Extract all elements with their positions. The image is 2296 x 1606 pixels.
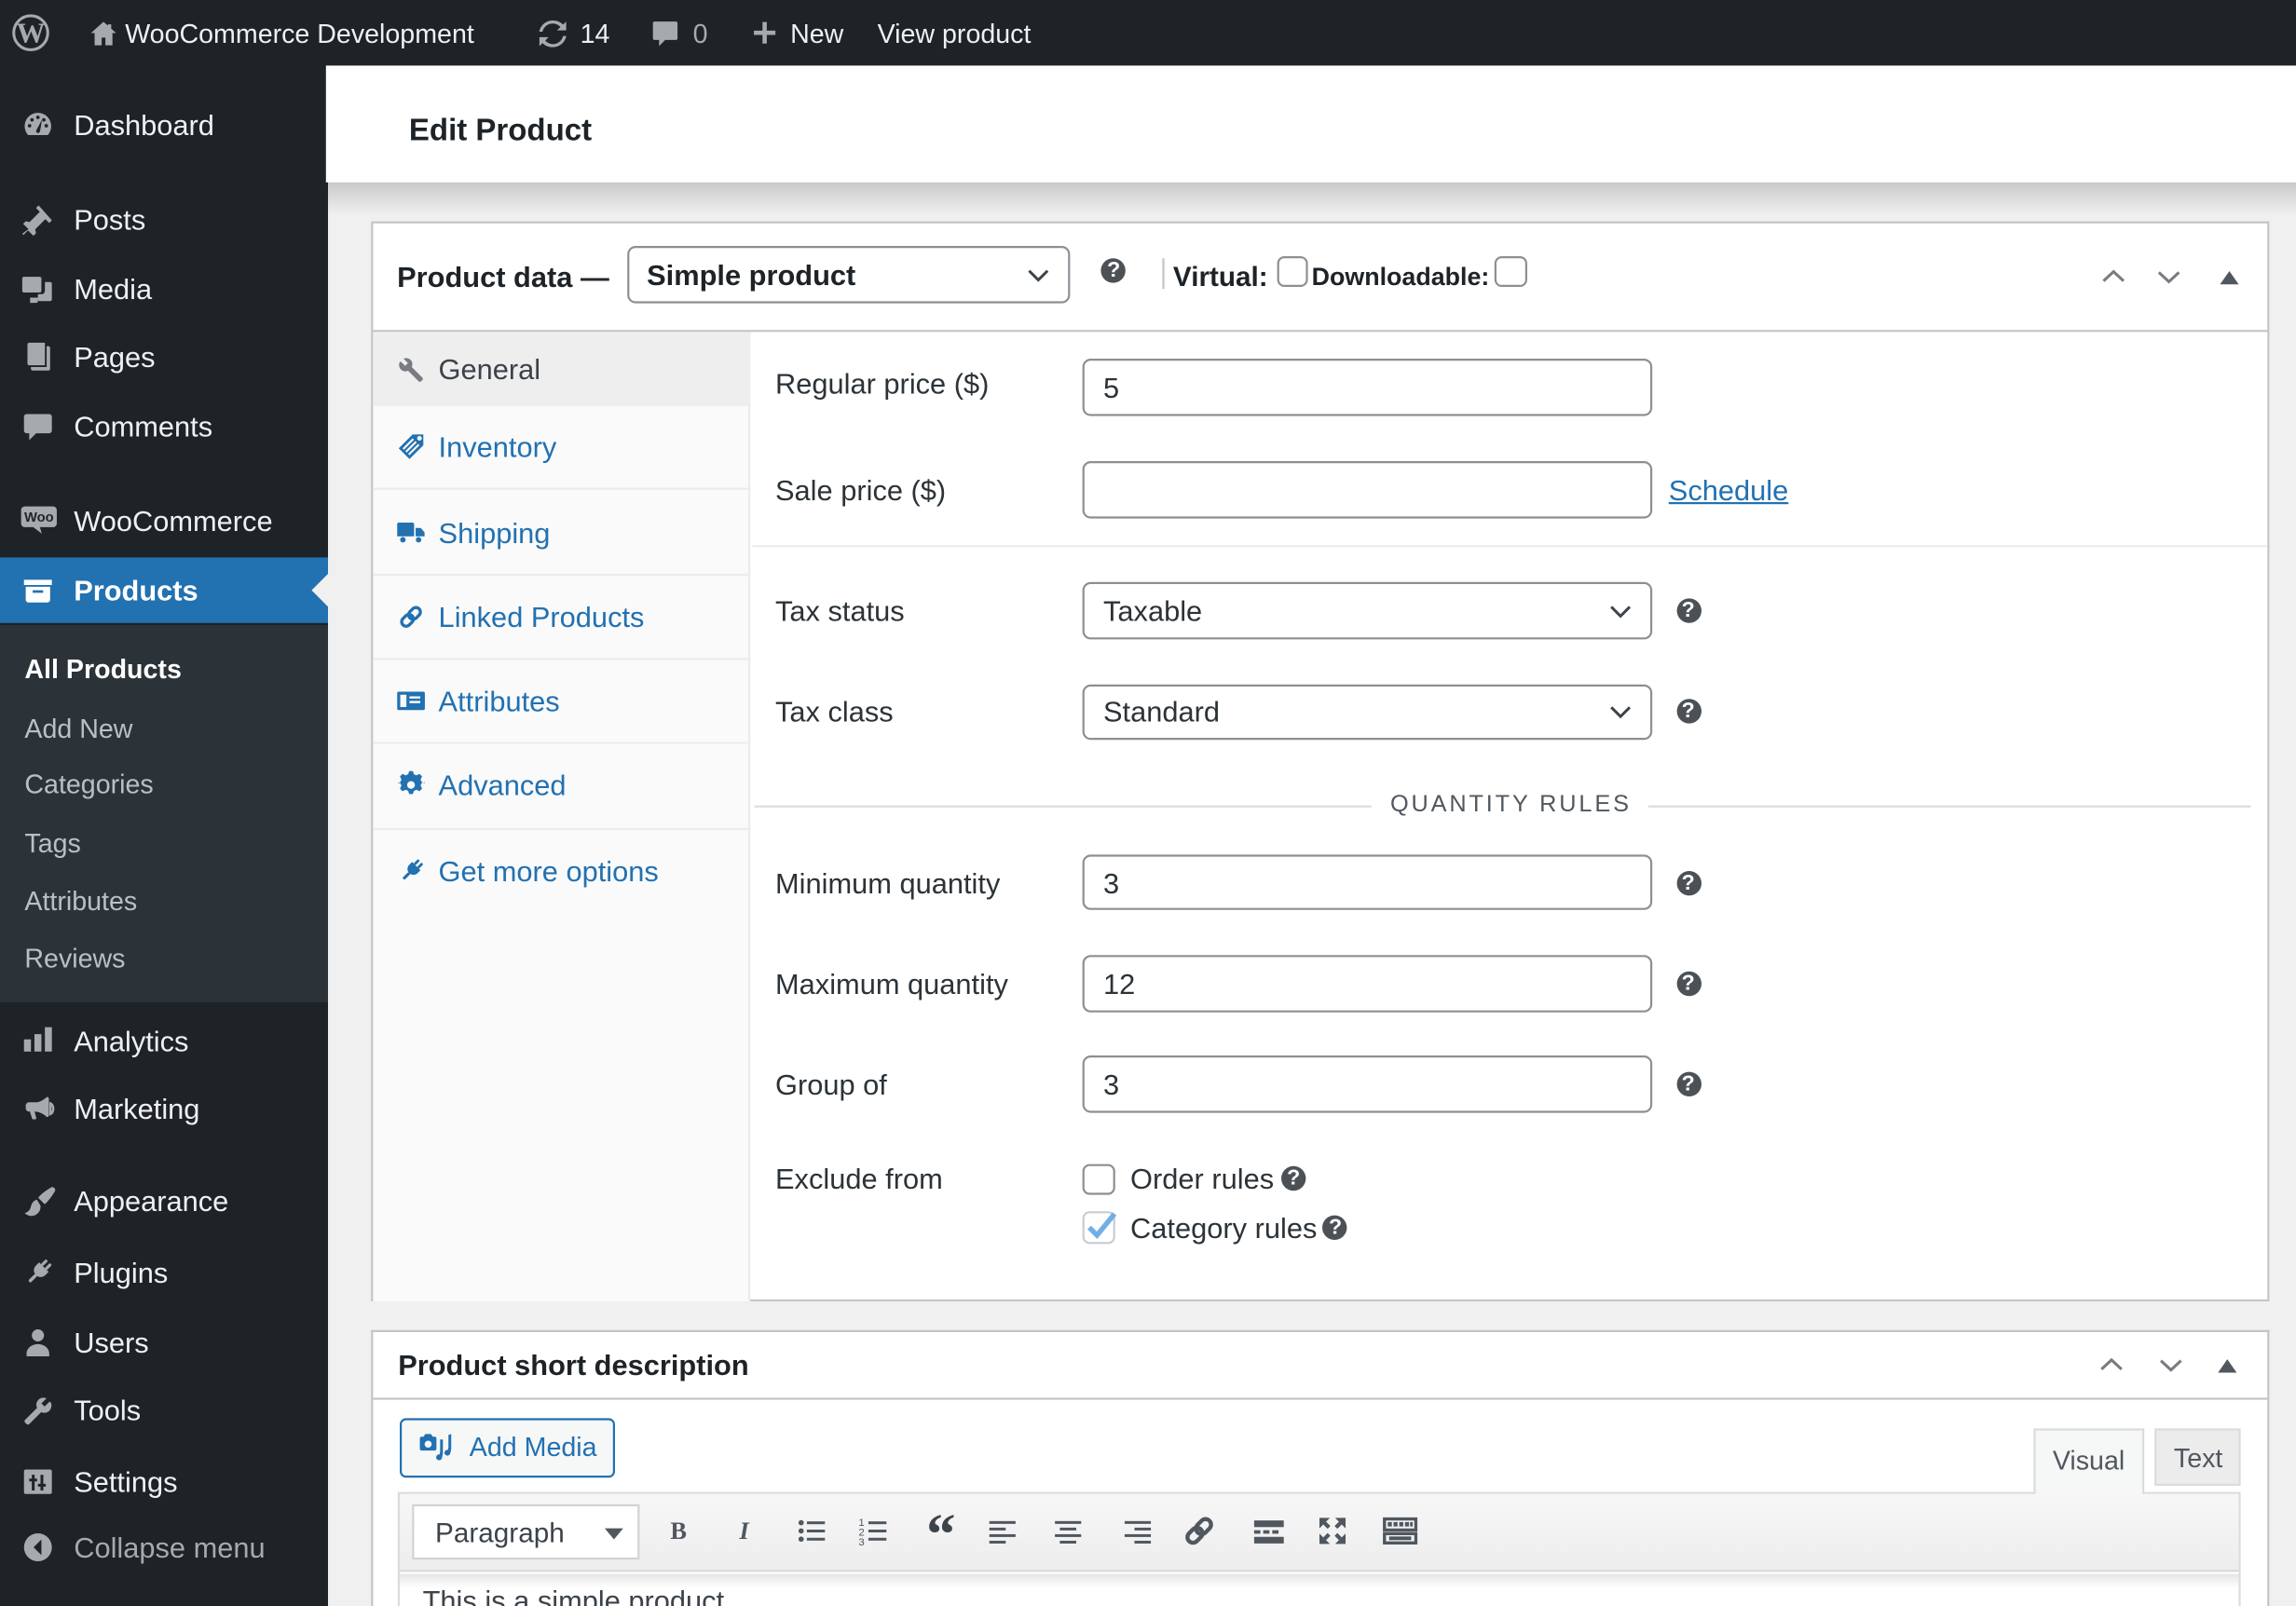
svg-text:B: B: [669, 1518, 686, 1545]
svg-text:I: I: [737, 1518, 749, 1545]
svg-text:W: W: [17, 18, 46, 49]
svg-text:Woo: Woo: [24, 510, 54, 525]
svg-text:“: “: [926, 1512, 955, 1551]
svg-text:3: 3: [857, 1538, 863, 1548]
